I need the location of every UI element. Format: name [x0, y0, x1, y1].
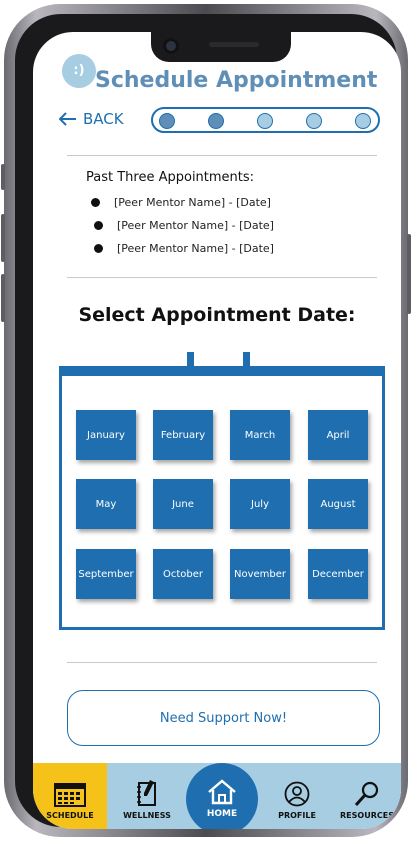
month-march[interactable]: March: [230, 410, 290, 460]
month-october[interactable]: October: [153, 549, 213, 599]
month-may[interactable]: May: [76, 479, 136, 529]
bullet-icon: [94, 244, 103, 253]
tab-schedule[interactable]: SCHEDULE: [33, 763, 107, 829]
list-item: [Peer Mentor Name] - [Date]: [91, 196, 271, 209]
app-logo: :): [62, 54, 96, 88]
power-button: [407, 234, 411, 314]
month-july[interactable]: July: [230, 479, 290, 529]
month-june[interactable]: June: [153, 479, 213, 529]
calendar-grid-icon: [54, 783, 86, 807]
volume-down-button: [1, 274, 5, 322]
month-september[interactable]: September: [76, 549, 136, 599]
past-appointment-text: [Peer Mentor Name] - [Date]: [117, 242, 274, 255]
camera-icon: [163, 38, 179, 54]
month-august[interactable]: August: [308, 479, 368, 529]
phone-bezel: :) Schedule Appointment BACK Past Three …: [15, 14, 401, 829]
divider: [67, 662, 377, 663]
list-item: [Peer Mentor Name] - [Date]: [94, 219, 274, 232]
tab-profile[interactable]: PROFILE: [269, 763, 325, 829]
volume-up-button: [1, 214, 5, 262]
past-appointment-text: [Peer Mentor Name] - [Date]: [117, 219, 274, 232]
tab-label: WELLNESS: [123, 811, 171, 820]
month-january[interactable]: January: [76, 410, 136, 460]
month-february[interactable]: February: [153, 410, 213, 460]
select-date-title: Select Appointment Date:: [78, 304, 356, 326]
bullet-icon: [91, 198, 100, 207]
tab-label: HOME: [206, 809, 238, 819]
speaker-grille: [209, 42, 259, 47]
month-december[interactable]: December: [308, 549, 368, 599]
page-title: Schedule Appointment: [95, 68, 378, 93]
past-appointment-text: [Peer Mentor Name] - [Date]: [114, 196, 271, 209]
bullet-icon: [94, 221, 103, 230]
divider: [67, 277, 377, 278]
month-november[interactable]: November: [230, 549, 290, 599]
back-button[interactable]: BACK: [59, 110, 124, 128]
month-april[interactable]: April: [308, 410, 368, 460]
progress-step-5: [355, 113, 371, 129]
list-item: [Peer Mentor Name] - [Date]: [94, 242, 274, 255]
journal-icon: [137, 780, 156, 806]
tab-label: PROFILE: [278, 811, 316, 820]
arrow-left-icon: [59, 112, 76, 126]
progress-step-3: [257, 113, 273, 129]
notch: [151, 32, 291, 62]
phone-frame: :) Schedule Appointment BACK Past Three …: [1, 4, 411, 837]
house-icon: [208, 779, 236, 805]
tab-label: RESOURCES: [340, 811, 394, 820]
profile-icon: [284, 781, 310, 807]
back-label: BACK: [83, 110, 124, 128]
tab-label: SCHEDULE: [46, 811, 94, 820]
tab-wellness[interactable]: WELLNESS: [113, 763, 181, 829]
mute-switch: [1, 164, 5, 190]
tab-home[interactable]: HOME: [186, 763, 258, 829]
divider: [67, 155, 377, 156]
progress-step-2: [208, 113, 224, 129]
app-screen: :) Schedule Appointment BACK Past Three …: [33, 32, 401, 829]
logo-text: :): [73, 63, 85, 78]
need-support-button[interactable]: Need Support Now!: [67, 690, 380, 746]
progress-stepper: [151, 107, 380, 133]
progress-step-4: [306, 113, 322, 129]
past-appointments-title: Past Three Appointments:: [86, 170, 255, 185]
progress-step-1: [159, 113, 175, 129]
tab-resources[interactable]: RESOURCES: [333, 763, 401, 829]
magnifier-icon: [354, 781, 379, 807]
